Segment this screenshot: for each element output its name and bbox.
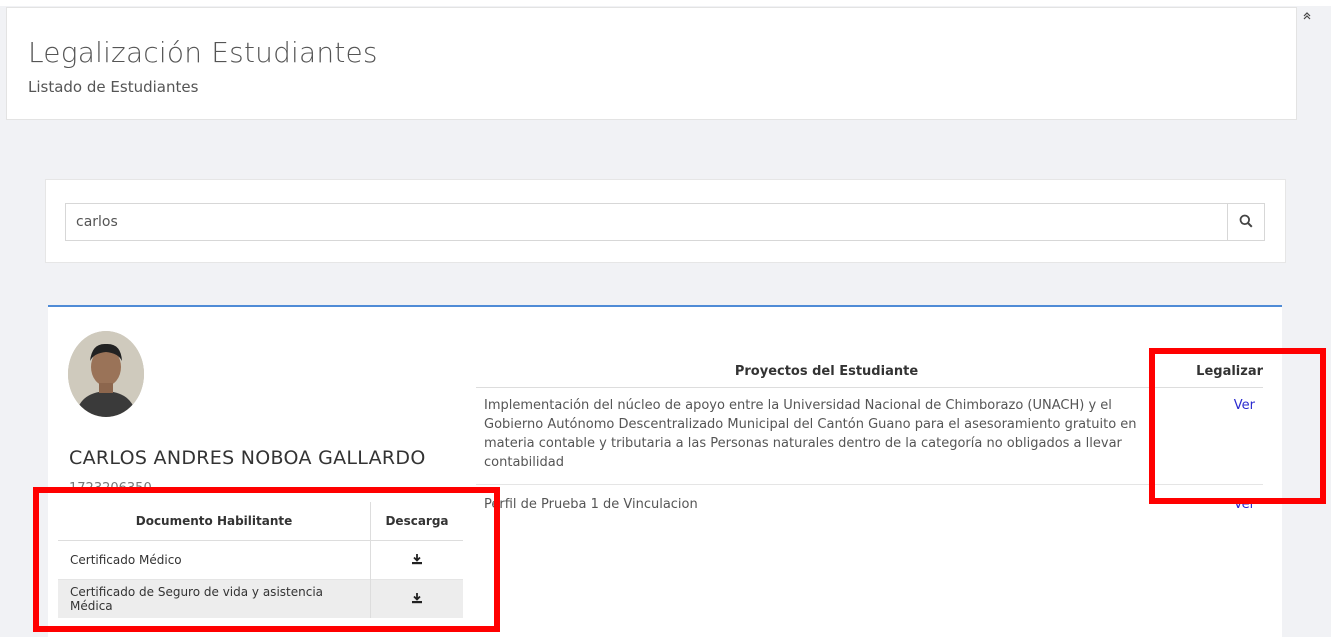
highlight-box-documents (33, 487, 500, 632)
search-icon (1239, 213, 1253, 232)
student-avatar (68, 331, 144, 417)
page-header: Legalización Estudiantes Listado de Estu… (6, 7, 1297, 120)
highlight-box-legalizar (1149, 348, 1326, 504)
projects-table: Proyectos del Estudiante Legalizar Imple… (476, 355, 1263, 526)
table-row: Perfil de Prueba 1 de Vinculacion Ver (476, 485, 1263, 527)
column-header: Proyectos del Estudiante (476, 355, 1177, 388)
project-name: Perfil de Prueba 1 de Vinculacion (484, 497, 698, 512)
table-row: Implementación del núcleo de apoyo entre… (476, 387, 1263, 485)
top-bar (0, 0, 1331, 6)
search-button[interactable] (1227, 203, 1265, 241)
page-subtitle: Listado de Estudiantes (28, 78, 199, 96)
collapse-icon[interactable] (1303, 12, 1311, 23)
student-name: CARLOS ANDRES NOBOA GALLARDO (69, 447, 426, 469)
page-title: Legalización Estudiantes (28, 36, 378, 69)
search-panel: carlos (45, 179, 1286, 263)
project-name: Implementación del núcleo de apoyo entre… (476, 387, 1177, 485)
search-input[interactable]: carlos (65, 203, 1228, 241)
